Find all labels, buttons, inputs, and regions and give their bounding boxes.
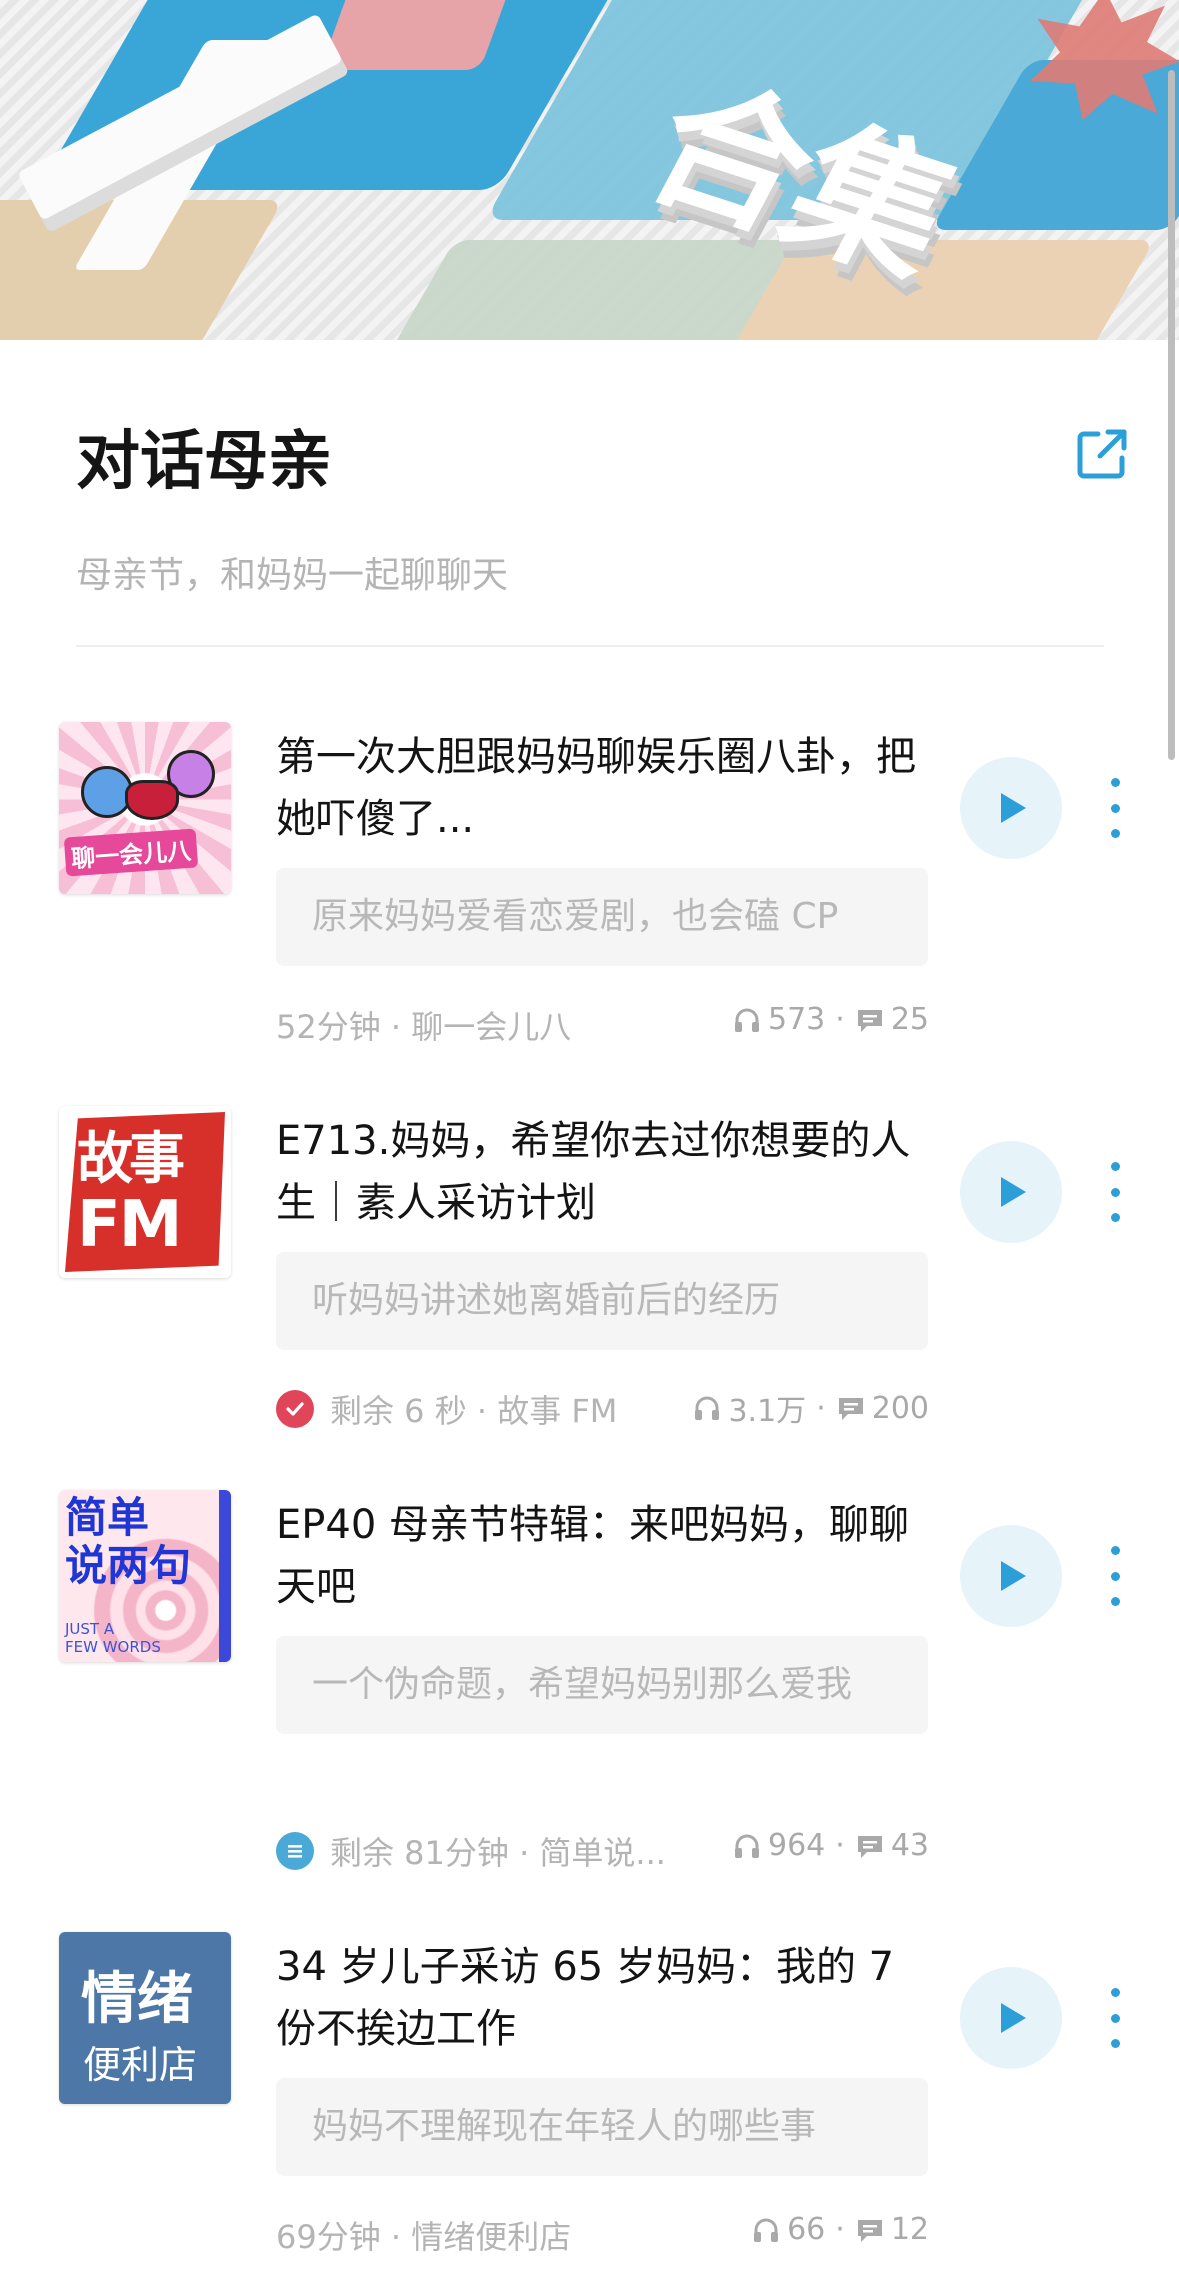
- episode-summary: 原来妈妈爱看恋爱剧，也会磕 CP: [276, 868, 928, 966]
- separator-dot: ·: [835, 1828, 845, 1863]
- episode-cover[interactable]: 故事 FM: [59, 1106, 231, 1278]
- episode-stats: 66 · 12: [751, 2212, 929, 2247]
- more-options-icon[interactable]: [1100, 1546, 1130, 1606]
- episode-meta: 剩余 6 秒 · 故事 FM: [276, 1386, 617, 1432]
- episode-remaining-podcast: 剩余 81分钟 · 简单说...: [330, 1834, 666, 1872]
- play-icon: [1001, 1177, 1026, 1207]
- headphones-icon: [735, 1008, 759, 1032]
- album-banner: 合集: [0, 0, 1179, 340]
- comment-icon: [857, 1835, 882, 1858]
- episode-title[interactable]: E713.妈妈，希望你去过你想要的人生｜素人采访计划: [276, 1110, 916, 1234]
- more-options-icon[interactable]: [1100, 778, 1130, 838]
- play-count: 573: [768, 1002, 826, 1037]
- play-icon: [1001, 2003, 1026, 2033]
- episode-cover[interactable]: 简单 说两句 JUST A FEW WORDS: [59, 1490, 231, 1662]
- play-button[interactable]: [960, 1141, 1062, 1243]
- comment-count: 43: [890, 1828, 929, 1863]
- comment-count: 12: [890, 2212, 929, 2247]
- play-count: 964: [768, 1828, 826, 1863]
- cover-text: 故事: [77, 1127, 185, 1192]
- episode-summary: 听妈妈讲述她离婚前后的经历: [276, 1252, 928, 1350]
- comment-count: 200: [871, 1390, 929, 1426]
- headphones-icon: [754, 2218, 779, 2242]
- headphones-icon: [695, 1396, 720, 1420]
- cover-text: 简单 说两句: [65, 1493, 192, 1590]
- episode-summary: 一个伪命题，希望妈妈别那么爱我: [276, 1636, 928, 1734]
- episode-stats: 964 · 43: [732, 1828, 929, 1863]
- play-icon: [1001, 793, 1026, 823]
- episode-title[interactable]: 第一次大胆跟妈妈聊娱乐圈八卦，把她吓傻了...: [276, 726, 916, 850]
- episode-meta: 剩余 81分钟 · 简单说...: [276, 1828, 666, 1874]
- episode-duration-podcast: 69分钟 · 情绪便利店: [276, 2218, 572, 2256]
- episode-title[interactable]: 34 岁儿子采访 65 岁妈妈：我的 7份不挨边工作: [276, 1936, 916, 2060]
- comment-count: 25: [890, 1002, 929, 1037]
- cover-text: 聊一会儿八: [63, 828, 199, 877]
- list-circle-icon: [276, 1832, 314, 1870]
- episode-remaining-podcast: 剩余 6 秒 · 故事 FM: [330, 1392, 618, 1430]
- separator-dot: ·: [835, 2212, 845, 2247]
- episode-stats: 3.1万 · 200: [692, 1386, 929, 1430]
- play-button[interactable]: [960, 1967, 1062, 2069]
- cover-text: JUST A FEW WORDS: [65, 1620, 161, 1656]
- check-circle-icon: [276, 1390, 314, 1428]
- more-options-icon[interactable]: [1100, 1162, 1130, 1222]
- play-icon: [1001, 1561, 1026, 1591]
- episode-meta: 69分钟 · 情绪便利店: [276, 2212, 571, 2258]
- separator-dot: ·: [816, 1390, 826, 1426]
- play-button[interactable]: [960, 1525, 1062, 1627]
- more-options-icon[interactable]: [1100, 1988, 1130, 2048]
- cover-decoration: [125, 780, 179, 820]
- episode-stats: 573 · 25: [732, 1002, 929, 1037]
- play-button[interactable]: [960, 757, 1062, 859]
- separator-dot: ·: [835, 1002, 845, 1037]
- comment-icon: [838, 1398, 863, 1420]
- page-title: 对话母亲: [76, 425, 332, 499]
- page-subtitle: 母亲节，和妈妈一起聊聊天: [76, 555, 509, 596]
- episode-cover[interactable]: 情绪 便利店: [59, 1932, 231, 2104]
- episode-summary: 妈妈不理解现在年轻人的哪些事: [276, 2078, 928, 2176]
- headphones-icon: [735, 1834, 759, 1858]
- cover-text: 便利店: [83, 2043, 198, 2087]
- scrollbar[interactable]: [1168, 70, 1175, 760]
- episode-meta: 52分钟 · 聊一会儿八: [276, 1002, 571, 1048]
- episode-cover[interactable]: 聊一会儿八: [59, 722, 231, 894]
- play-count: 3.1万: [728, 1394, 807, 1429]
- play-count: 66: [787, 2212, 826, 2247]
- divider: [76, 645, 1104, 647]
- cover-text: FM: [77, 1188, 182, 1262]
- comment-icon: [857, 1009, 882, 1032]
- comment-icon: [857, 2219, 882, 2242]
- episode-duration-podcast: 52分钟 · 聊一会儿八: [276, 1008, 572, 1046]
- cover-text: 情绪: [81, 1967, 193, 2032]
- episode-title[interactable]: EP40 母亲节特辑：来吧妈妈，聊聊天吧: [276, 1494, 916, 1618]
- share-external-icon[interactable]: [1072, 424, 1132, 484]
